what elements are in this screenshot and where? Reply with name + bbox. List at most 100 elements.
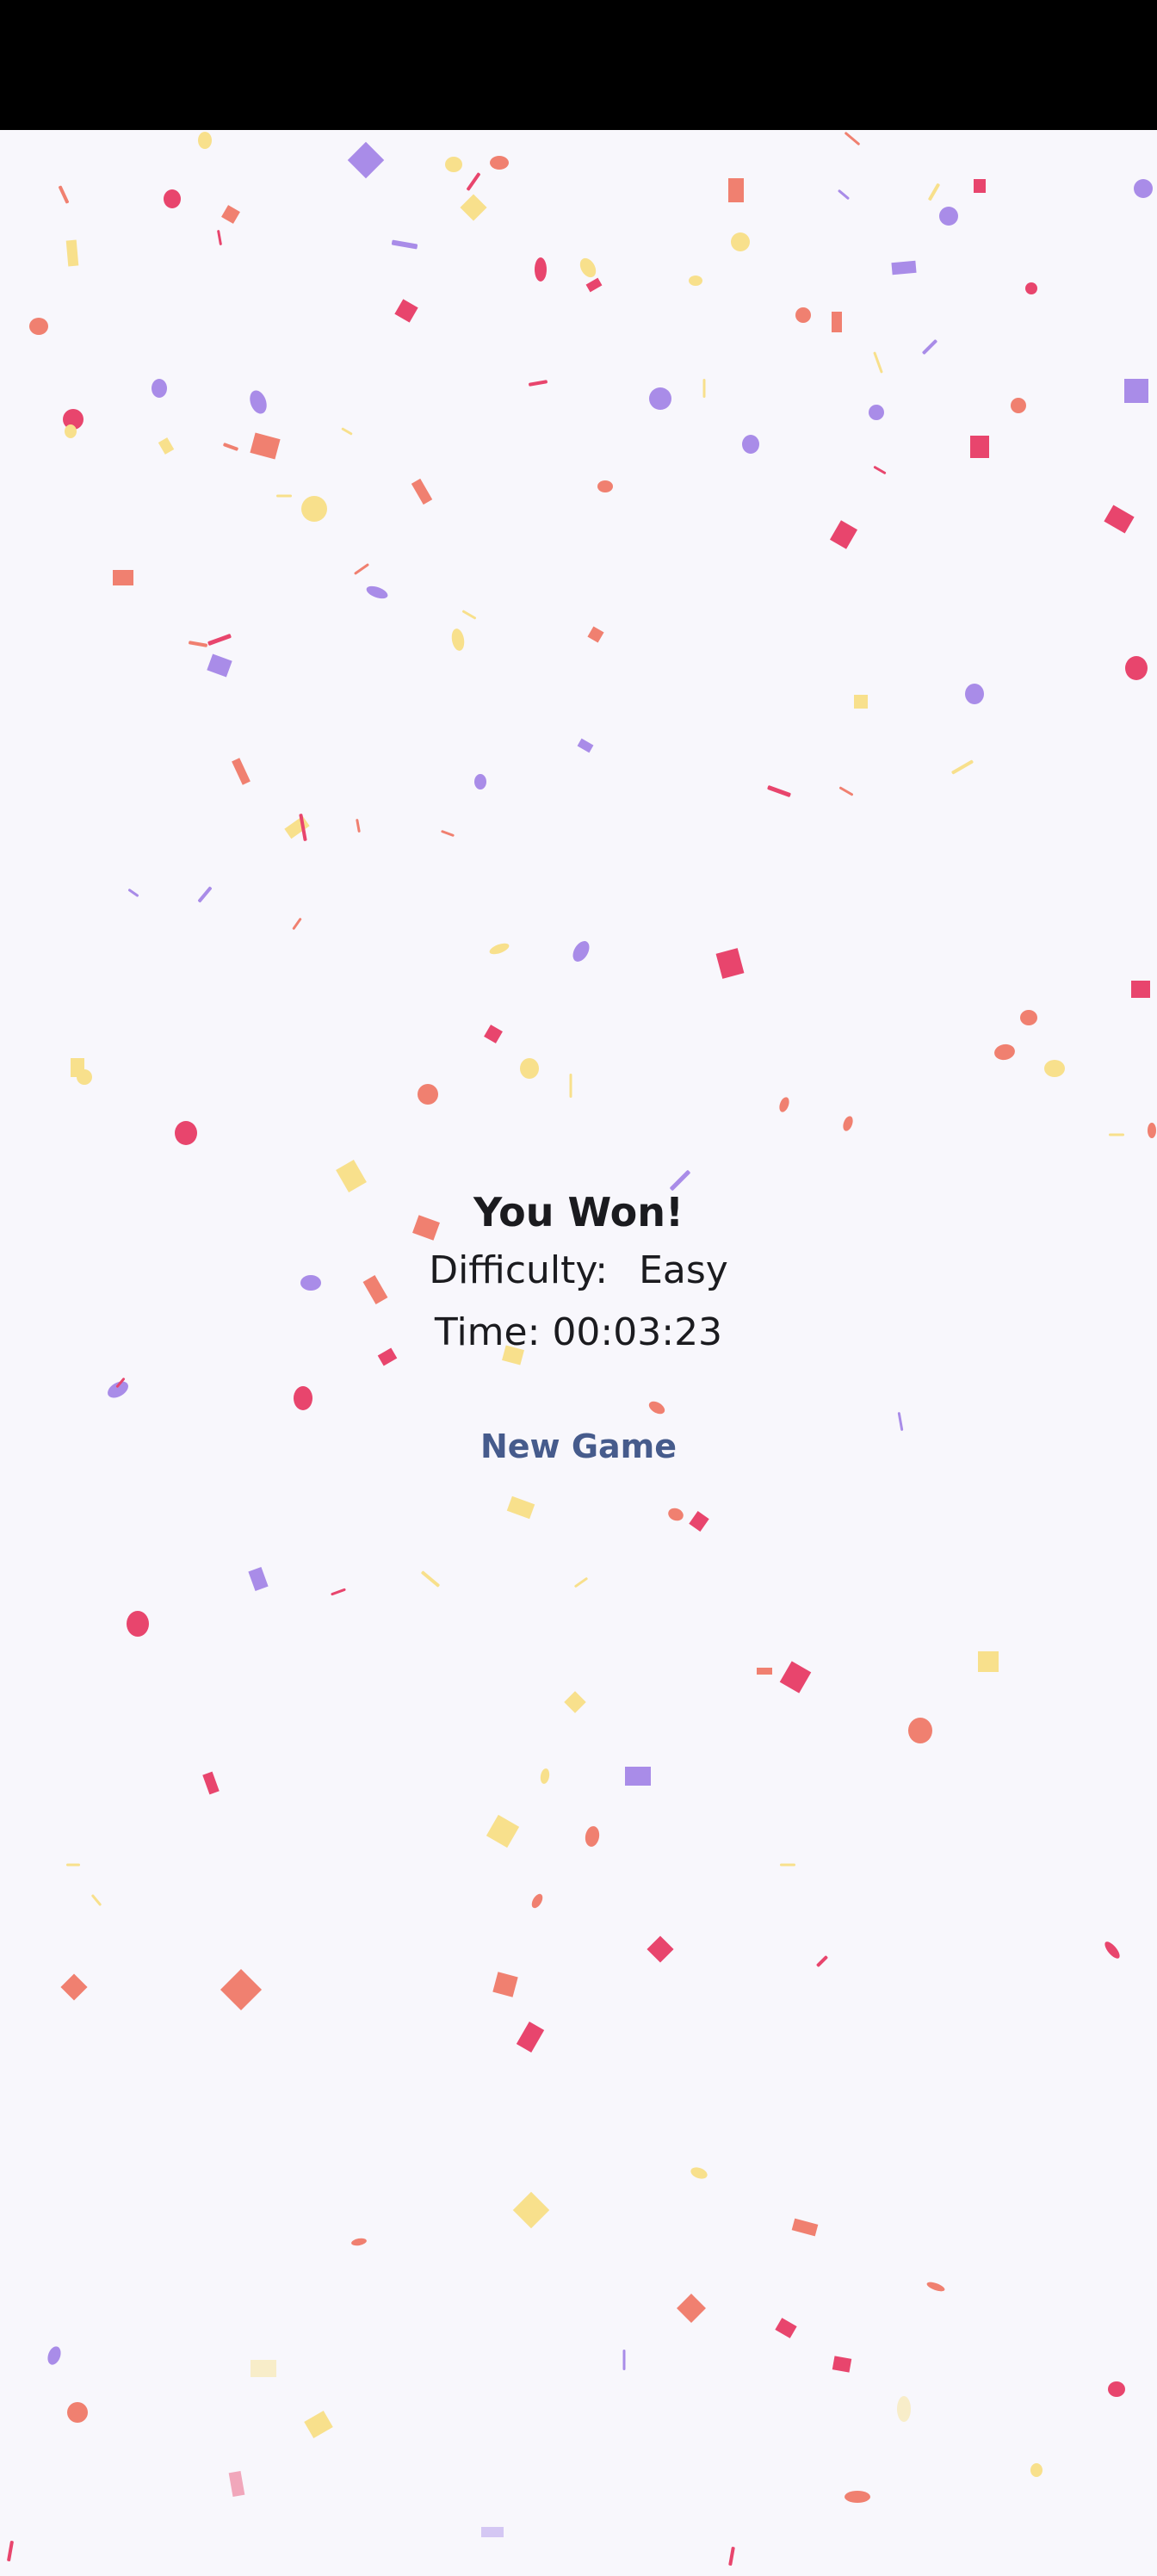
confetti-piece [1124,379,1148,403]
confetti-piece [71,1058,84,1077]
confetti-piece [569,1074,572,1098]
confetti-piece [250,432,281,460]
confetti-piece [779,1661,812,1694]
confetti-piece [767,785,791,797]
confetti-piece [292,918,302,930]
time-value: 00:03:23 [552,1310,723,1354]
confetti-piece [250,390,267,414]
confetti-piece [341,427,353,436]
confetti-piece [445,157,462,172]
confetti-piece [816,1955,828,1967]
confetti-piece [873,466,887,474]
confetti-piece [897,2396,911,2422]
confetti-piece [926,2282,945,2292]
confetti-piece [728,2547,735,2566]
confetti-piece [1125,656,1148,680]
confetti-piece [248,1566,269,1592]
confetti-piece [779,1097,789,1112]
confetti-piece [299,814,307,841]
confetti-piece [775,2318,797,2338]
confetti-piece [356,819,361,833]
confetti-piece [970,436,989,458]
confetti-piece [574,1577,588,1588]
confetti-piece [1044,1060,1065,1077]
confetti-piece [577,738,594,753]
confetti-piece [59,185,69,204]
confetti-piece [587,626,604,643]
difficulty-value: Easy [639,1248,728,1292]
confetti-piece [113,570,133,585]
confetti-piece [838,189,850,200]
confetti-piece [60,1973,88,2001]
confetti-piece [221,205,240,224]
confetti-piece [66,1863,80,1867]
confetti-piece [220,1968,263,2011]
confetti-piece [832,2356,852,2373]
confetti-piece [347,141,385,179]
result-panel: You Won! Difficulty: Easy Time: 00:03:23 [0,1185,1157,1364]
confetti-piece [115,1378,126,1388]
confetti-piece [795,307,811,323]
confetti-piece [922,339,937,355]
confetti-piece [304,2410,333,2439]
confetti-piece [65,424,77,438]
confetti-piece [516,2022,545,2053]
confetti-piece [1104,1941,1120,1959]
confetti-piece [1030,2463,1043,2477]
confetti-piece [1134,179,1153,198]
confetti-piece [63,409,84,430]
confetti-piece [394,299,418,323]
confetti-piece [284,815,310,839]
confetti-piece [418,1084,438,1105]
confetti-piece [91,1894,102,1906]
confetti-piece [1148,1123,1156,1138]
confetti-piece [780,1863,795,1867]
time-label: Time: [434,1310,541,1354]
confetti-piece [486,1814,520,1848]
confetti-piece [198,886,212,903]
confetti-piece [152,379,167,398]
confetti-piece [158,437,175,455]
confetti-piece [198,132,212,149]
confetti-piece [951,759,974,775]
confetti-piece [223,443,238,451]
confetti-piece [690,2167,708,2179]
time-row: Time: 00:03:23 [0,1302,1157,1364]
confetti-piece [529,380,548,387]
confetti-piece [668,1508,684,1521]
confetti-piece [978,1651,999,1672]
confetti-piece [873,351,883,374]
status-bar [0,0,1157,130]
confetti-piece [585,277,603,293]
confetti-piece [492,1972,518,1997]
confetti-piece [217,230,222,245]
confetti-piece [228,2470,245,2498]
confetti-piece [7,2541,14,2561]
confetti-piece [506,1495,535,1520]
confetti-piece [207,653,232,678]
game-over-screen: You Won! Difficulty: Easy Time: 00:03:23 … [0,130,1157,2576]
confetti-piece [572,941,590,962]
confetti-piece [689,276,702,286]
difficulty-row: Difficulty: Easy [0,1240,1157,1302]
win-title: You Won! [473,1189,684,1235]
confetti-piece [597,480,613,492]
confetti-piece [108,1381,128,1398]
confetti-piece [127,1611,149,1637]
confetti-piece [622,2350,626,2370]
confetti-piece [715,948,745,979]
confetti-piece [67,2402,88,2423]
confetti-piece [564,1691,586,1713]
confetti-piece [939,207,958,226]
confetti-piece [1020,1010,1037,1025]
confetti-piece [891,260,917,276]
confetti-piece [839,786,853,796]
confetti-piece [854,695,868,709]
confetti-piece [647,1935,674,1963]
new-game-button[interactable]: New Game [453,1417,704,1476]
confetti-piece [625,1767,651,1786]
confetti-piece [702,379,706,398]
confetti-piece [531,1893,543,1909]
confetti-piece [489,943,510,955]
confetti-piece [649,387,671,410]
